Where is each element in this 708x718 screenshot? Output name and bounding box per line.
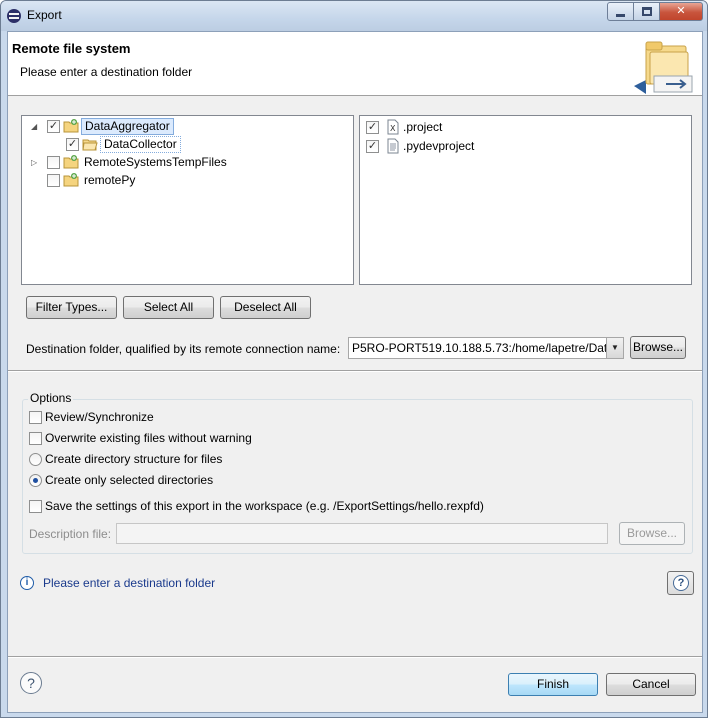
project-folder-icon xyxy=(63,119,79,133)
project-folder-icon xyxy=(63,155,79,169)
review-synchronize-label: Review/Synchronize xyxy=(45,410,154,424)
overwrite-option[interactable]: Overwrite existing files without warning xyxy=(29,431,329,447)
help-icon: ? xyxy=(673,575,689,591)
create-structure-option[interactable]: Create directory structure for files xyxy=(29,452,329,468)
folder-icon xyxy=(82,139,98,151)
tree-label-datacollector: DataCollector xyxy=(100,136,181,153)
banner-title: Remote file system xyxy=(12,41,131,56)
destination-folder-label: Destination folder, qualified by its rem… xyxy=(26,342,341,356)
separator xyxy=(8,370,702,372)
destination-folder-combo[interactable]: P5RO-PORT519.10.188.5.73:/home/lapetre/D… xyxy=(348,337,624,359)
checkbox-datacollector[interactable]: ✓ xyxy=(66,138,79,151)
banner-message: Please enter a destination folder xyxy=(20,65,193,79)
title-bar[interactable]: Export ✕ xyxy=(1,1,707,31)
tree-label-remotesystemstempfiles: RemoteSystemsTempFiles xyxy=(84,155,227,169)
save-settings-checkbox[interactable] xyxy=(29,500,42,513)
eclipse-app-icon xyxy=(7,9,21,23)
project-folder-icon xyxy=(63,173,79,187)
close-button[interactable]: ✕ xyxy=(659,2,703,21)
xml-file-icon: X xyxy=(387,119,399,135)
list-item-pydevproject[interactable]: ✓ .pydevproject xyxy=(360,138,560,156)
tree-node-dataaggregator[interactable]: ◢ ✓ DataAggregator xyxy=(22,118,222,136)
close-icon: ✕ xyxy=(676,5,686,17)
list-label-project: .project xyxy=(403,120,443,134)
deselect-all-button[interactable]: Deselect All xyxy=(220,296,311,319)
overwrite-checkbox[interactable] xyxy=(29,432,42,445)
create-structure-radio[interactable] xyxy=(29,453,42,466)
save-settings-label: Save the settings of this export in the … xyxy=(45,499,484,513)
export-dialog-window: Export ✕ Remote file system Please enter… xyxy=(0,0,708,718)
create-selected-label: Create only selected directories xyxy=(45,473,214,487)
file-list[interactable]: ✓ X .project ✓ .pydevproject xyxy=(359,115,692,285)
tree-label-remotepy: remotePy xyxy=(84,173,136,187)
minimize-icon xyxy=(616,14,625,17)
window-title: Export xyxy=(27,8,62,22)
context-help-button[interactable]: ? xyxy=(667,571,694,595)
review-synchronize-option[interactable]: Review/Synchronize xyxy=(29,410,329,426)
expanded-arrow-icon[interactable]: ◢ xyxy=(31,122,40,131)
checkbox-project[interactable]: ✓ xyxy=(366,121,379,134)
help-icon[interactable]: ? xyxy=(20,672,42,694)
list-item-project[interactable]: ✓ X .project xyxy=(360,119,560,137)
minimize-button[interactable] xyxy=(607,2,634,21)
tree-label-dataaggregator: DataAggregator xyxy=(81,118,174,135)
maximize-icon xyxy=(642,7,652,16)
wizard-banner: Remote file system Please enter a destin… xyxy=(8,32,702,96)
separator xyxy=(8,656,702,658)
checkbox-remotepy[interactable] xyxy=(47,174,60,187)
dialog-client-area: Remote file system Please enter a destin… xyxy=(7,31,703,713)
tree-node-remotesystemstempfiles[interactable]: ▷ RemoteSystemsTempFiles xyxy=(22,154,282,172)
collapsed-arrow-icon[interactable]: ▷ xyxy=(31,158,40,167)
text-file-icon xyxy=(387,138,399,154)
select-all-button[interactable]: Select All xyxy=(123,296,214,319)
checkbox-dataaggregator[interactable]: ✓ xyxy=(47,120,60,133)
info-icon: i xyxy=(20,576,34,590)
filter-types-button[interactable]: Filter Types... xyxy=(26,296,117,319)
status-message: Please enter a destination folder xyxy=(43,576,216,590)
review-synchronize-checkbox[interactable] xyxy=(29,411,42,424)
save-settings-option[interactable]: Save the settings of this export in the … xyxy=(29,499,629,515)
svg-text:X: X xyxy=(390,124,396,133)
maximize-button[interactable] xyxy=(633,2,660,21)
options-group-title: Options xyxy=(28,391,74,405)
checkbox-pydevproject[interactable]: ✓ xyxy=(366,140,379,153)
chevron-down-icon[interactable]: ▼ xyxy=(606,338,623,358)
create-structure-label: Create directory structure for files xyxy=(45,452,223,466)
overwrite-label: Overwrite existing files without warning xyxy=(45,431,252,445)
create-selected-radio[interactable] xyxy=(29,474,42,487)
cancel-button[interactable]: Cancel xyxy=(606,673,696,696)
tree-node-remotepy[interactable]: remotePy xyxy=(22,172,222,190)
browse-destination-button[interactable]: Browse... xyxy=(630,336,686,359)
list-label-pydevproject: .pydevproject xyxy=(403,139,475,153)
browse-description-button: Browse... xyxy=(619,522,685,545)
create-selected-option[interactable]: Create only selected directories xyxy=(29,473,329,489)
source-folder-tree[interactable]: ◢ ✓ DataAggregator ✓ DataCollector ▷ Rem… xyxy=(21,115,354,285)
export-folder-icon xyxy=(634,41,693,94)
description-file-input xyxy=(116,523,608,544)
tree-node-datacollector[interactable]: ✓ DataCollector xyxy=(22,136,222,154)
finish-button[interactable]: Finish xyxy=(508,673,598,696)
description-file-label: Description file: xyxy=(29,527,112,541)
checkbox-remotesystemstempfiles[interactable] xyxy=(47,156,60,169)
destination-folder-value: P5RO-PORT519.10.188.5.73:/home/lapetre/D… xyxy=(352,341,623,355)
